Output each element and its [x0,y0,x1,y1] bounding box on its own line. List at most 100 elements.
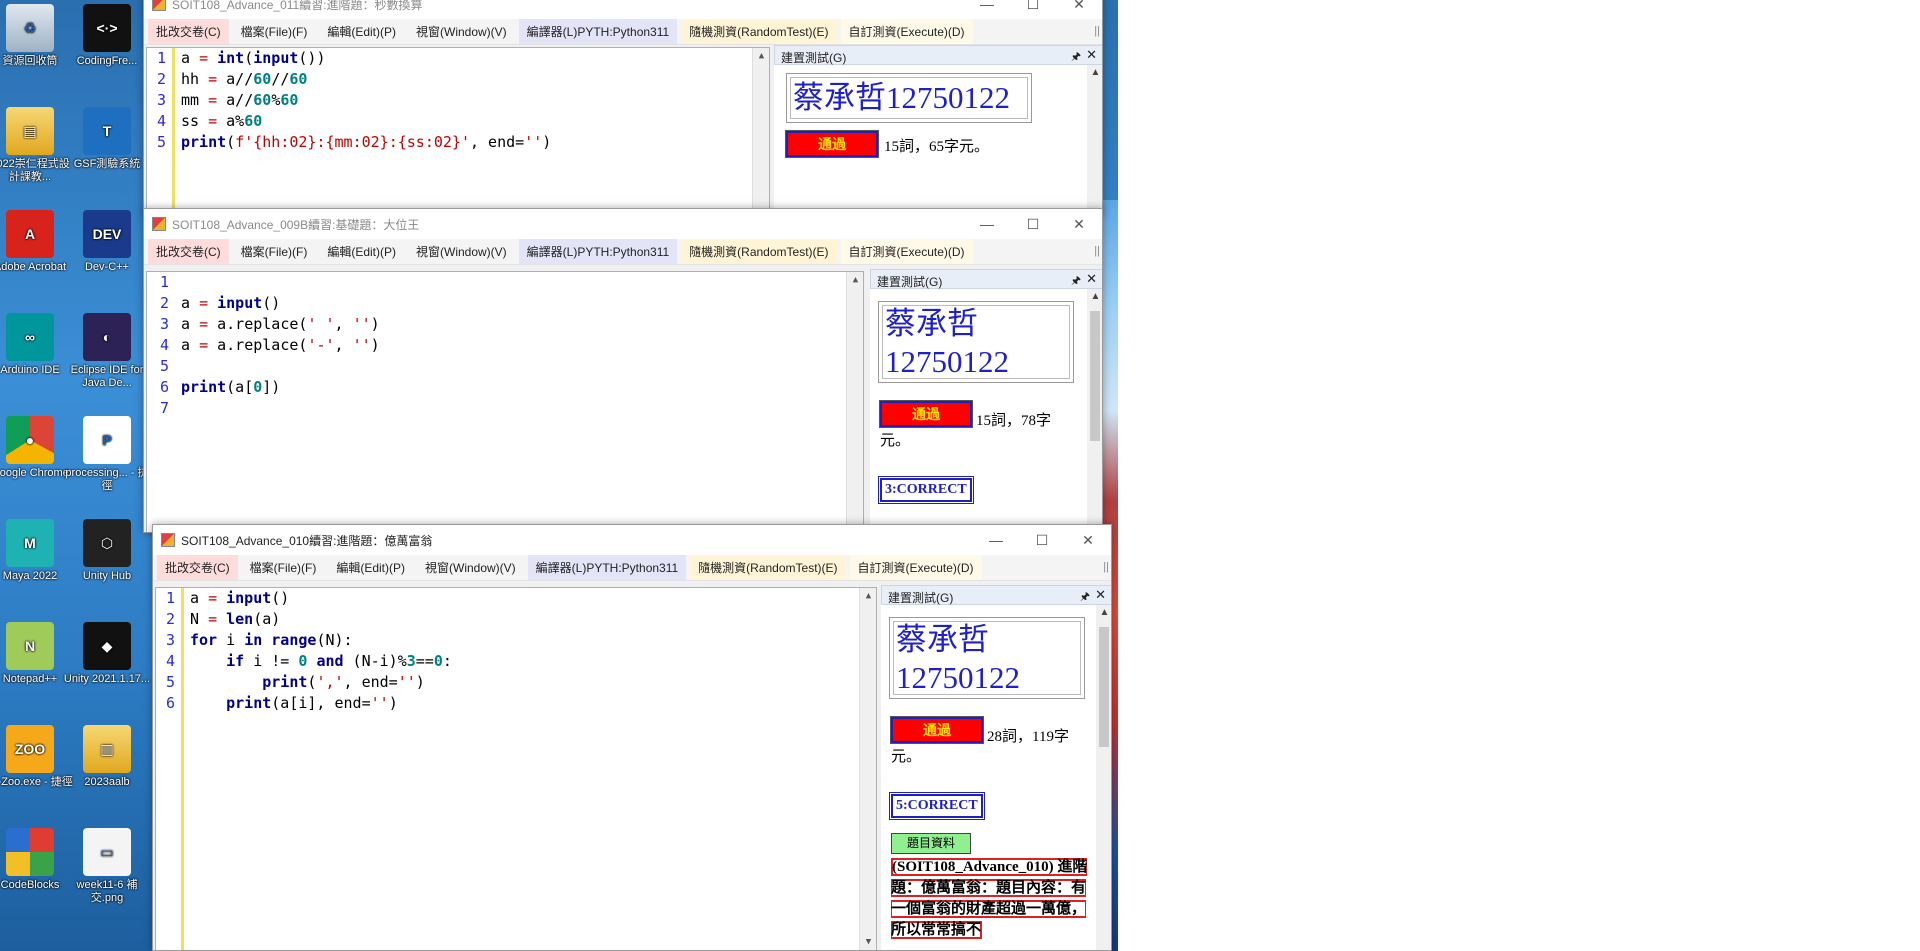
menu-random-test[interactable]: 隨機測資(RandomTest)(E) [681,239,837,264]
maximize-button[interactable]: ☐ [1010,0,1056,19]
desktop-icon-label: Unity Hub [82,570,132,582]
panel-title-text: 建置測試(G) [888,591,954,605]
scroll-thumb[interactable] [1090,311,1100,441]
window-titlebar[interactable]: SOIT108_Advance_010續習:進階題：億萬富翁 — ☐ ✕ [153,525,1111,555]
scroll-up-arrow-icon[interactable]: ▲ [1087,291,1102,302]
menu-edit[interactable]: 編輯(Edit)(P) [328,555,413,580]
coding-free-icon: <·> [83,4,131,52]
panel-title: 建置測試(G) 🖈 ✕ [774,45,1102,65]
panel-scrollbar[interactable]: ▲ [1087,65,1102,213]
desktop-icon-folder-file[interactable]: ▥ 2023aalb [62,725,152,789]
panel-scrollbar[interactable]: ▲ [1096,605,1111,950]
scroll-up-arrow-icon[interactable]: ▲ [1096,607,1111,618]
maximize-button[interactable]: ☐ [1010,209,1056,239]
toolbar-grip[interactable]: || [1094,25,1100,37]
line-number: 1 [156,49,166,67]
scroll-up-arrow-icon[interactable]: ▲ [753,48,770,64]
maximize-button[interactable]: ☐ [1019,525,1065,555]
scroll-up-arrow-icon[interactable]: ▲ [860,588,877,604]
menu-submit[interactable]: 批改交卷(C) [148,239,229,264]
minimize-button[interactable]: — [964,209,1010,239]
code-editor[interactable]: 1 2 3 4 5 6 a = input() N = len(a) for i i… [155,587,877,950]
chrome-icon: ● [6,416,54,464]
menu-random-test[interactable]: 隨機測資(RandomTest)(E) [690,555,846,580]
code-editor[interactable]: 1 2 3 4 5 6 7 a = input() a = a.replace('… [146,271,864,532]
app-icon [152,217,166,231]
word-count-stats: 15詞，78字元。 [880,413,1052,449]
window-titlebar[interactable]: SOIT108_Advance_009B續習:基礎題：大位王 — ☐ ✕ [144,209,1102,239]
editor-window-advance-011[interactable]: SOIT108_Advance_011續習:進階題：秒數換算 — ☐ ✕ 批改交… [143,0,1103,214]
panel-close-icon[interactable]: ✕ [1086,47,1097,63]
menu-compiler[interactable]: 編譯器(L)PYTH:Python311 [527,555,687,580]
editor-scrollbar[interactable]: ▲ [752,48,769,212]
desktop-icon-unity[interactable]: ◆ Unity 2021.1.17... [62,622,152,686]
problem-description: (SOIT108_Advance_010) 進階題：億萬富翁：題目內容：有一個富… [891,857,1091,941]
editor-scrollbar[interactable]: ▲ [846,272,863,532]
pass-badge: 通過 [785,130,879,158]
menu-file[interactable]: 檔案(File)(F) [233,19,316,44]
build-test-panel: 建置測試(G) 🖈 ✕ 蔡承哲 12750122 通過 15詞，78字元。 3:CO… [870,269,1102,532]
editor-window-advance-009b[interactable]: SOIT108_Advance_009B續習:基礎題：大位王 — ☐ ✕ 批改交… [143,208,1103,533]
menu-compiler[interactable]: 編譯器(L)PYTH:Python311 [518,239,678,264]
scroll-down-arrow-icon[interactable]: ▼ [860,934,877,950]
menu-window[interactable]: 視窗(Window)(V) [408,19,515,44]
panel-close-icon[interactable]: ✕ [1086,271,1097,287]
window-title: SOIT108_Advance_010續習:進階題：億萬富翁 [181,533,433,548]
code-text[interactable]: a = input() a = a.replace(' ', '') a = a.r… [181,272,845,532]
student-name-box: 蔡承哲 12750122 [878,301,1074,383]
desktop-icon-unity-hub[interactable]: ⬡ Unity Hub [62,519,152,583]
toolbar-grip[interactable]: || [1094,245,1100,257]
menu-edit[interactable]: 編輯(Edit)(P) [319,239,404,264]
code-text[interactable]: a = int(input()) hh = a//60//60 mm = a//60… [181,48,751,212]
menu-submit[interactable]: 批改交卷(C) [157,555,238,580]
unity-hub-icon: ⬡ [83,519,131,567]
desktop-icon-gsf[interactable]: T GSF測驗系統 [62,107,152,171]
code-text[interactable]: a = input() N = len(a) for i in range(N): … [190,588,858,950]
toolbar-grip[interactable]: || [1103,561,1109,573]
desktop-icon-label: Unity 2021.1.17... [63,673,151,685]
menu-window[interactable]: 視窗(Window)(V) [417,555,524,580]
editor-scrollbar[interactable]: ▲ ▼ [859,588,876,950]
menu-file[interactable]: 檔案(File)(F) [242,555,325,580]
desktop-icon-label: Dev-C++ [84,261,130,273]
menu-edit[interactable]: 編輯(Edit)(P) [319,19,404,44]
minimize-button[interactable]: — [964,0,1010,19]
scroll-up-arrow-icon[interactable]: ▲ [1087,67,1102,78]
line-number: 4 [159,336,169,354]
close-button[interactable]: ✕ [1065,525,1111,555]
desktop-icon-label: GSF測驗系統 [73,158,141,170]
close-button[interactable]: ✕ [1056,0,1102,19]
line-number: 3 [165,631,175,649]
desktop-icon-coding-free[interactable]: <·> CodingFre... [62,4,152,68]
desktop-icon-label: Eclipse IDE for Java De... [70,364,144,389]
window-title: SOIT108_Advance_011續習:進階題：秒數換算 [172,0,423,12]
menu-file[interactable]: 檔案(File)(F) [233,239,316,264]
menu-submit[interactable]: 批改交卷(C) [148,19,229,44]
scroll-up-arrow-icon[interactable]: ▲ [847,272,864,288]
panel-scrollbar[interactable]: ▲ [1087,289,1102,532]
panel-close-icon[interactable]: ✕ [1095,587,1106,603]
menu-custom-test[interactable]: 自訂測資(Execute)(D) [840,19,973,44]
code-editor[interactable]: 1 2 3 4 5 a = int(input()) hh = a//60//60… [146,47,770,213]
desktop-icon-label: 2023aalb [84,776,130,788]
close-button[interactable]: ✕ [1056,209,1102,239]
scroll-thumb[interactable] [1099,627,1109,747]
menu-custom-test[interactable]: 自訂測資(Execute)(D) [849,555,982,580]
gsf-icon: T [83,107,131,155]
desktop-icon-eclipse[interactable]: ◐ Eclipse IDE for Java De... [62,313,152,390]
menu-compiler[interactable]: 編譯器(L)PYTH:Python311 [518,19,678,44]
desktop-icon-dev-cpp[interactable]: DEV Dev-C++ [62,210,152,274]
problem-info-button[interactable]: 題目資料 [891,833,971,854]
minimize-button[interactable]: — [973,525,1019,555]
menu-random-test[interactable]: 隨機測資(RandomTest)(E) [681,19,837,44]
desktop-icon-processing[interactable]: Pprocessing... - 捷徑 [62,416,152,493]
desktop-icon-image-file[interactable]: ▭ week11-6 補交.png [62,828,152,905]
menu-window[interactable]: 視窗(Window)(V) [408,239,515,264]
menu-bar: 批改交卷(C) 檔案(File)(F) 編輯(Edit)(P) 視窗(Windo… [144,19,1102,45]
window-titlebar[interactable]: SOIT108_Advance_011續習:進階題：秒數換算 — ☐ ✕ [144,0,1102,19]
editor-window-advance-010[interactable]: SOIT108_Advance_010續習:進階題：億萬富翁 — ☐ ✕ 批改交… [152,524,1112,951]
menu-custom-test[interactable]: 自訂測資(Execute)(D) [840,239,973,264]
line-number: 5 [156,133,166,151]
build-test-panel: 建置測試(G) 🖈 ✕ 蔡承哲 12750122 通過 28詞，119字元。 5:C… [881,585,1111,950]
acrobat-icon: A [6,210,54,258]
